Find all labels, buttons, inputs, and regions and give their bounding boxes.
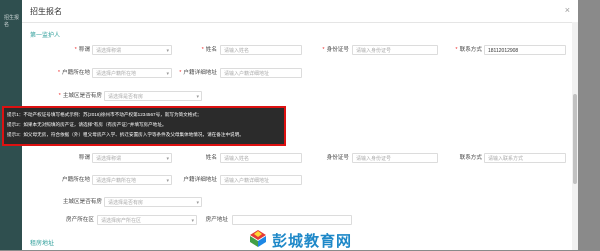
title-label: * 称谓 — [74, 47, 90, 53]
hint-tooltip: 提示1：不动产权证号填写格式示例：苏(2016)徐州市不动产权第1234567号… — [2, 106, 286, 146]
main-district-house-label: 主城区是否有房 — [62, 199, 102, 205]
chevron-down-icon: ▾ — [166, 48, 169, 54]
id-number-input[interactable]: 请输入身份证号 — [352, 45, 438, 55]
hukou-location-select[interactable]: 请选择户籍所在地 ▾ — [92, 68, 172, 78]
hukou-address-input[interactable]: 请输入户籍详细地址 — [220, 175, 302, 185]
main-district-house-select[interactable]: 请选择是否有房 ▾ — [104, 91, 202, 101]
hukou-address-label: 户籍详细地址 — [183, 177, 217, 183]
title-select[interactable]: 请选择称谓 ▾ — [92, 153, 172, 163]
name-input[interactable]: 请输入姓名 — [220, 45, 302, 55]
name-input[interactable]: 请输入姓名 — [220, 153, 302, 163]
book-logo-icon — [250, 230, 266, 247]
guardian1-row-basic: * 称谓 请选择称谓 ▾ * 姓名 请输入姓名 * 身份证号 请输入身份证号 * 联系方式… — [22, 44, 578, 56]
id-number-label: * 身份证号 — [322, 47, 349, 53]
phone-input[interactable]: 请输入联系方式 — [484, 153, 566, 163]
hint-line-2: 提示2：如果本无对照填的房产证，请选择“有房（有房产证）”并填写房产地址。 — [7, 122, 167, 127]
phone-label: * 联系方式 — [455, 47, 482, 53]
guardian2-row-house-district: 房产所在区 请选择房产所在区 ▾ 房产地址 — [22, 214, 578, 226]
title-label: 称谓 — [78, 155, 90, 161]
section-guardian1-title: 第一监护人 — [30, 33, 61, 39]
name-label: 姓名 — [205, 155, 217, 161]
chevron-down-icon: ▾ — [196, 200, 199, 206]
house-address-input[interactable] — [232, 215, 352, 225]
hukou-address-label: * 户籍详细地址 — [179, 70, 217, 76]
house-district-label: 房产所在区 — [66, 217, 94, 223]
watermark-text: 彭城教育网 — [272, 232, 353, 250]
hint-line-1: 提示1：不动产权证号填写格式示例：苏(2016)徐州市不动产权第1234567号… — [7, 112, 202, 117]
chevron-down-icon: ▾ — [196, 94, 199, 100]
phone-label: 联系方式 — [459, 155, 482, 161]
house-address-label: 房产地址 — [205, 217, 228, 223]
background-tab-label: 招生报名 — [4, 15, 20, 28]
chevron-down-icon: ▾ — [166, 156, 169, 162]
modal-header: 招生报名 × — [22, 0, 578, 23]
hint-line-3: 提示3：如父母无房，符合依据（外）租父母房产入学、拆迁安置房入学等条件及父母集体… — [7, 132, 244, 137]
guardian2-row-hukou: 户籍所在地 请选择户籍所在地 ▾ 户籍详细地址 请输入户籍详细地址 — [22, 174, 578, 186]
hukou-location-label: 户籍所在地 — [62, 177, 90, 183]
hukou-location-select[interactable]: 请选择户籍所在地 ▾ — [92, 175, 172, 185]
hukou-location-label: * 户籍所在地 — [57, 70, 90, 76]
modal-title: 招生报名 — [30, 7, 62, 16]
hukou-address-input[interactable]: 请输入户籍详细地址 — [220, 68, 302, 78]
guardian1-row-hukou: * 户籍所在地 请选择户籍所在地 ▾ * 户籍详细地址 请输入户籍详细地址 — [22, 67, 578, 79]
guardian2-row-main-house: 主城区是否有房 请选择是否有房 ▾ — [22, 196, 578, 208]
main-district-house-select[interactable]: 请选择是否有房 ▾ — [104, 197, 202, 207]
scrollbar[interactable] — [572, 22, 578, 250]
phone-input[interactable]: 18112012908 — [484, 45, 566, 55]
id-number-label: 身份证号 — [326, 155, 349, 161]
name-label: * 姓名 — [201, 47, 217, 53]
watermark: 彭城教育网 — [248, 228, 398, 250]
close-icon[interactable]: × — [565, 5, 570, 15]
title-select[interactable]: 请选择称谓 ▾ — [92, 45, 172, 55]
scrollbar-thumb[interactable] — [573, 94, 577, 184]
house-district-select[interactable]: 请选择房产所在区 ▾ — [97, 215, 197, 225]
main-district-house-label: * 主城区是否有房 — [58, 93, 102, 99]
section-rent-address-title: 租房地址 — [30, 241, 55, 247]
guardian2-row-basic: 称谓 请选择称谓 ▾ 姓名 请输入姓名 身份证号 请输入身份证号 联系方式 请输入… — [22, 152, 578, 164]
id-number-input[interactable]: 请输入身份证号 — [352, 153, 438, 163]
guardian1-row-house: * 主城区是否有房 请选择是否有房 ▾ — [22, 90, 578, 102]
